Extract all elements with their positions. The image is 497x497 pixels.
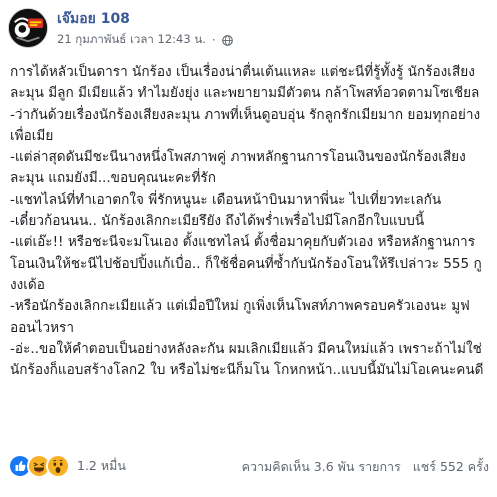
globe-icon[interactable] (221, 34, 233, 46)
comments-count-link[interactable]: ความคิดเห็น 3.6 พัน รายการ (242, 457, 401, 477)
page-name-link[interactable]: เจ๊มอย 108 (57, 8, 130, 30)
page-avatar[interactable] (8, 8, 48, 48)
post-paragraph: -เดี๋ยวก้อนนน.. นักร้องเลิกกะเมียรึยัง ถ… (10, 213, 425, 230)
post-paragraph: -อ่ะ..ขอให้คำตอบเป็นอย่างหลังละกัน ผมเลิ… (10, 340, 484, 379)
post-paragraph: -แต่เอ๊ะ!! หรือชะนีจะมโนเอง ตั้งแชทไลน์ … (10, 234, 482, 293)
post-header: เจ๊มอย 108 21 กุมภาพันธ์ เวลา 12:43 น. · (0, 0, 497, 56)
post-paragraph: การได้หลัวเป็นดารา นักร้อง เป็นเรื่องน่า… (10, 64, 480, 102)
post-meta: 21 กุมภาพันธ์ เวลา 12:43 น. · (57, 31, 233, 49)
reaction-count[interactable]: 1.2 หมื่น (77, 456, 126, 476)
facebook-post: เจ๊มอย 108 21 กุมภาพันธ์ เวลา 12:43 น. ·… (0, 0, 497, 497)
avatar-logo-image (9, 9, 47, 47)
post-body: การได้หลัวเป็นดารา นักร้อง เป็นเรื่องน่า… (10, 62, 488, 381)
post-paragraph: -แชทไลน์ที่ทำเอาตกใจ พี่รักหนูนะ เดือนหน… (10, 191, 442, 208)
post-paragraph: -หรือนักร้องเลิกกะเมียแล้ว แต่เมื่อปีใหม… (10, 298, 470, 336)
meta-separator: · (211, 33, 216, 47)
engagement-stats: ความคิดเห็น 3.6 พัน รายการ แชร์ 552 ครั้… (242, 457, 489, 477)
reactions-summary[interactable]: 1.2 หมื่น (8, 454, 126, 478)
post-timestamp[interactable]: 21 กุมภาพันธ์ เวลา 12:43 น. (57, 31, 206, 49)
post-paragraph: -แต่ล่าสุดดันมีชะนีนางหนึ่งโพสภาพคู่ ภาพ… (10, 149, 466, 187)
post-footer: 1.2 หมื่น ความคิดเห็น 3.6 พัน รายการ แชร… (0, 438, 497, 497)
post-paragraph: -ว่ากันด้วยเรื่องนักร้องเสียงละมุน ภาพที… (10, 106, 481, 144)
wow-icon (46, 454, 70, 478)
shares-count-link[interactable]: แชร์ 552 ครั้ง (413, 457, 489, 477)
